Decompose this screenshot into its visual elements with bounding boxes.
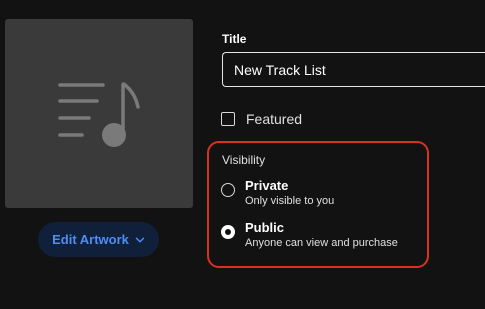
featured-checkbox-row[interactable]: Featured [221,111,302,127]
chevron-down-icon [135,237,145,242]
visibility-option-public[interactable]: Public Anyone can view and purchase [221,220,398,251]
private-radio[interactable] [221,183,235,197]
title-label: Title [222,32,247,46]
playlist-music-icon [58,82,140,147]
public-title: Public [245,220,285,235]
public-radio[interactable] [221,225,235,239]
featured-checkbox[interactable] [221,112,235,126]
visibility-label: Visibility [222,153,266,167]
edit-artwork-button[interactable]: Edit Artwork [38,222,159,257]
private-title: Private [245,178,289,193]
artwork-thumbnail [5,19,193,208]
visibility-option-private[interactable]: Private Only visible to you [221,178,334,209]
title-input[interactable] [222,52,485,87]
featured-label: Featured [246,111,303,127]
public-description: Anyone can view and purchase [245,237,398,249]
private-description: Only visible to you [245,195,335,207]
edit-artwork-label: Edit Artwork [52,232,129,247]
edit-playlist-panel: Edit Artwork Title Featured Visibility P… [0,0,485,309]
